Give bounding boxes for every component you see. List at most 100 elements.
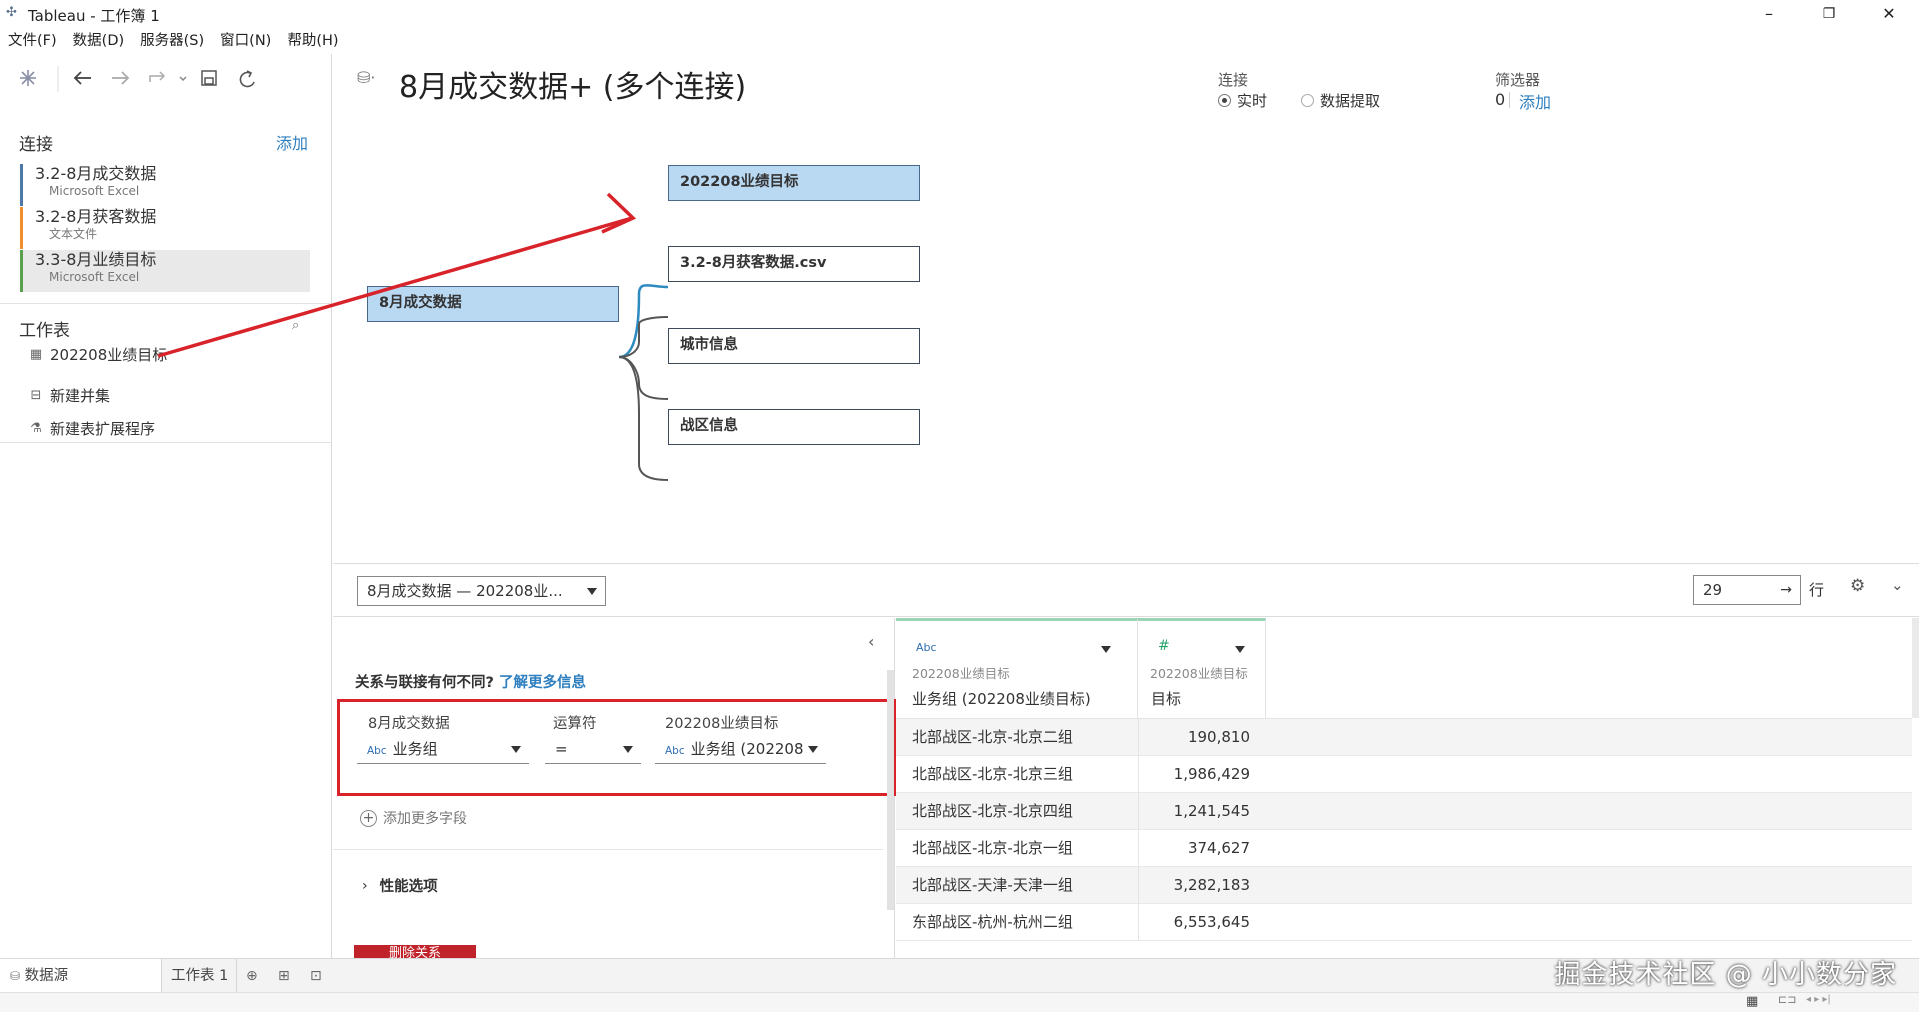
relationship-line-2[interactable]: [618, 316, 669, 358]
restore-button[interactable]: ❐: [1806, 2, 1852, 26]
connection-name: 3.2-8月获客数据: [35, 207, 157, 226]
connection-name: 3.3-8月业绩目标: [35, 250, 157, 269]
cell-target: 6,553,645: [1138, 904, 1266, 941]
datasource-tab-label: 数据源: [24, 968, 69, 984]
grid-toolbar: 8月成交数据 — 202208业... 29 → 行 ⚙ ⌄: [333, 563, 1919, 617]
new-union-item[interactable]: ⊟ 新建并集: [28, 385, 110, 406]
table-node-target[interactable]: 202208业绩目标: [668, 165, 920, 201]
collapse-chevron-icon[interactable]: ⌄: [1891, 576, 1904, 594]
export-icon[interactable]: [149, 71, 187, 82]
new-dashboard-icon[interactable]: ⊞: [278, 959, 290, 993]
menu-bar: 文件(F) 数据(D) 服务器(S) 窗口(N) 帮助(H): [0, 29, 347, 53]
nav-arrows-icon[interactable]: ◂ ▸ ▸|: [1806, 994, 1831, 1005]
window-title: Tableau - 工作簿 1: [28, 7, 160, 25]
connection-item-2[interactable]: 3.2-8月获客数据 文本文件: [20, 207, 310, 249]
scrollbar[interactable]: [887, 670, 894, 910]
tableau-star-icon[interactable]: [20, 70, 36, 86]
cell-group: 北部战区-北京-北京一组: [912, 839, 1073, 857]
column-header-group[interactable]: Abc 202208业绩目标 业务组 (202208业绩目标): [896, 618, 1138, 718]
sheets-title: 工作表: [19, 321, 70, 341]
menu-server[interactable]: 服务器(S): [132, 29, 212, 53]
table-node-region[interactable]: 战区信息: [668, 409, 920, 445]
connection-name: 3.2-8月成交数据: [35, 164, 157, 183]
datasource-icon: ⛁: [10, 969, 21, 983]
column-source: 202208业绩目标: [1150, 666, 1248, 681]
cell-target: 190,810: [1138, 719, 1266, 756]
relationship-line-3[interactable]: [618, 356, 669, 400]
grid-view-icon[interactable]: ▦: [1746, 994, 1758, 1009]
close-button[interactable]: ✕: [1866, 2, 1912, 26]
rows-value: 29: [1703, 581, 1723, 599]
add-more-fields-label: 添加更多字段: [383, 811, 467, 827]
delete-relationship-button[interactable]: 删除关系: [354, 945, 476, 958]
cell-group: 东部战区-杭州-杭州二组: [912, 913, 1073, 931]
connection-type: Microsoft Excel: [49, 184, 140, 198]
table-node-customer-csv[interactable]: 3.2-8月获客数据.csv: [668, 246, 920, 282]
menu-window[interactable]: 窗口(N): [212, 29, 279, 53]
connection-item-3[interactable]: 3.3-8月业绩目标 Microsoft Excel: [20, 250, 310, 292]
cell-group: 北部战区-北京-北京四组: [912, 802, 1073, 820]
table-node-city[interactable]: 城市信息: [668, 328, 920, 364]
table-row[interactable]: 东部战区-杭州-杭州二组 6,553,645: [896, 904, 1912, 941]
fit-icon[interactable]: ⊏⊐: [1778, 993, 1796, 1006]
menu-help[interactable]: 帮助(H): [279, 29, 346, 53]
new-story-icon[interactable]: ⊡: [310, 959, 322, 993]
join-question-text: 关系与联接有何不同?: [355, 675, 494, 691]
add-connection-link[interactable]: 添加: [276, 130, 308, 154]
relation-select[interactable]: 8月成交数据 — 202208业...: [357, 576, 606, 606]
minimize-button[interactable]: –: [1746, 2, 1792, 26]
learn-more-link[interactable]: 了解更多信息: [499, 675, 586, 691]
watermark: 掘金技术社区 @ 小小数分家: [1554, 960, 1897, 990]
rows-label: 行: [1809, 581, 1825, 599]
menu-file[interactable]: 文件(F): [0, 29, 65, 53]
cell-group: 北部战区-天津-天津一组: [912, 876, 1073, 894]
table-row[interactable]: 北部战区-天津-天津一组 3,282,183: [896, 867, 1912, 904]
column-name: 业务组 (202208业绩目标): [912, 690, 1091, 708]
toolbar: [20, 66, 255, 92]
search-icon[interactable]: ⌕: [292, 318, 299, 333]
left-pane: 连接 添加 3.2-8月成交数据 Microsoft Excel 3.2-8月获…: [0, 54, 332, 958]
table-node-root[interactable]: 8月成交数据: [367, 286, 619, 322]
column-name: 目标: [1151, 690, 1182, 708]
column-header-target[interactable]: # 202208业绩目标 目标: [1138, 618, 1266, 718]
join-panel: ‹ 关系与联接有何不同? 了解更多信息 8月成交数据 运算符 202208业绩目…: [333, 618, 896, 958]
performance-options-toggle[interactable]: › 性能选项: [362, 875, 438, 896]
table-row[interactable]: 北部战区-北京-北京三组 1,986,429: [896, 756, 1912, 793]
annotation-highlight-box: [337, 699, 896, 796]
save-icon[interactable]: [201, 70, 217, 86]
cell-target: 1,986,429: [1138, 756, 1266, 793]
cell-group: 北部战区-北京-北京三组: [912, 765, 1073, 783]
extension-icon: ⚗: [30, 421, 42, 436]
string-type-icon: Abc: [916, 641, 937, 654]
sheet-item[interactable]: ▦ 202208业绩目标: [28, 344, 167, 365]
cell-target: 3,282,183: [1138, 867, 1266, 904]
connection-type: 文本文件: [49, 227, 98, 241]
new-extension-item[interactable]: ⚗ 新建表扩展程序: [28, 418, 155, 439]
divider: [0, 303, 331, 304]
redo-icon[interactable]: [112, 71, 130, 85]
connections-title: 连接: [19, 135, 53, 155]
table-row[interactable]: 北部战区-北京-北京四组 1,241,545: [896, 793, 1912, 830]
sheet-name: 202208业绩目标: [50, 346, 168, 364]
table-row[interactable]: 北部战区-北京-北京二组 190,810: [896, 719, 1912, 756]
collapse-left-icon[interactable]: ‹: [868, 632, 874, 651]
relation-select-value: 8月成交数据 — 202208业...: [367, 582, 563, 600]
menu-data[interactable]: 数据(D): [65, 29, 132, 53]
scrollbar[interactable]: [1912, 618, 1919, 718]
relationship-line-4[interactable]: [618, 356, 669, 481]
sheet-tab[interactable]: 工作表 1: [163, 959, 237, 993]
performance-options-label: 性能选项: [379, 879, 438, 895]
undo-icon[interactable]: [73, 71, 91, 85]
table-row[interactable]: 北部战区-北京-北京一组 374,627: [896, 830, 1912, 867]
chevron-down-icon[interactable]: [1101, 646, 1111, 653]
rows-input[interactable]: 29 →: [1693, 575, 1801, 605]
connection-item-1[interactable]: 3.2-8月成交数据 Microsoft Excel: [20, 164, 310, 206]
new-sheet-icon[interactable]: ⊕: [246, 959, 258, 993]
chevron-down-icon[interactable]: [1235, 646, 1245, 653]
refresh-icon[interactable]: [239, 70, 255, 88]
add-more-fields-button[interactable]: + 添加更多字段: [360, 808, 467, 828]
datasource-tab[interactable]: ⛁ 数据源: [0, 959, 162, 993]
arrow-right-icon[interactable]: →: [1780, 576, 1792, 604]
gear-icon[interactable]: ⚙: [1850, 576, 1865, 596]
new-extension-label: 新建表扩展程序: [50, 420, 156, 438]
